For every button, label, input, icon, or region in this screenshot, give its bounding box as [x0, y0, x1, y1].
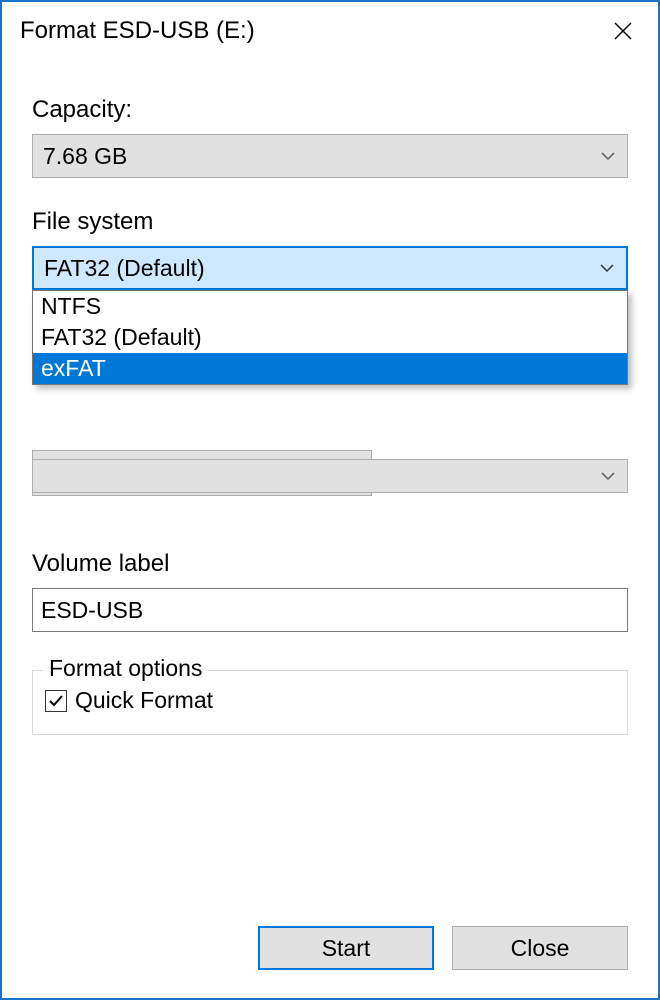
filesystem-option-ntfs[interactable]: NTFS — [33, 291, 627, 322]
checkmark-icon — [48, 693, 64, 709]
chevron-down-icon — [598, 259, 616, 277]
start-button[interactable]: Start — [258, 926, 434, 970]
checkbox-box — [45, 690, 67, 712]
close-dialog-button[interactable]: Close — [452, 926, 628, 970]
filesystem-option-exfat[interactable]: exFAT — [33, 353, 627, 384]
titlebar: Format ESD-USB (E:) — [2, 2, 658, 60]
capacity-label: Capacity: — [32, 96, 628, 124]
filesystem-dropdown: NTFS FAT32 (Default) exFAT — [32, 290, 628, 385]
allocation-unit-combo[interactable] — [32, 459, 628, 493]
format-options-legend: Format options — [43, 655, 208, 682]
quick-format-label: Quick Format — [75, 687, 213, 714]
window-title: Format ESD-USB (E:) — [20, 17, 588, 45]
filesystem-field: FAT32 (Default) NTFS FAT32 (Default) exF… — [32, 246, 628, 290]
filesystem-option-fat32[interactable]: FAT32 (Default) — [33, 322, 627, 353]
volume-label-label: Volume label — [32, 550, 628, 578]
volume-label-input[interactable] — [32, 588, 628, 632]
close-button[interactable] — [588, 2, 658, 60]
filesystem-label: File system — [32, 208, 628, 236]
capacity-value: 7.68 GB — [43, 143, 599, 170]
dialog-body: Capacity: 7.68 GB File system FAT32 (Def… — [2, 60, 658, 926]
quick-format-checkbox[interactable]: Quick Format — [45, 687, 615, 714]
format-options-group: Format options Quick Format — [32, 670, 628, 735]
close-icon — [613, 21, 633, 41]
chevron-down-icon — [599, 467, 617, 485]
format-dialog: Format ESD-USB (E:) Capacity: 7.68 GB Fi… — [0, 0, 660, 1000]
chevron-down-icon — [599, 147, 617, 165]
dialog-footer: Start Close — [2, 926, 658, 998]
capacity-combo[interactable]: 7.68 GB — [32, 134, 628, 178]
filesystem-value: FAT32 (Default) — [44, 255, 598, 282]
filesystem-combo[interactable]: FAT32 (Default) — [32, 246, 628, 290]
